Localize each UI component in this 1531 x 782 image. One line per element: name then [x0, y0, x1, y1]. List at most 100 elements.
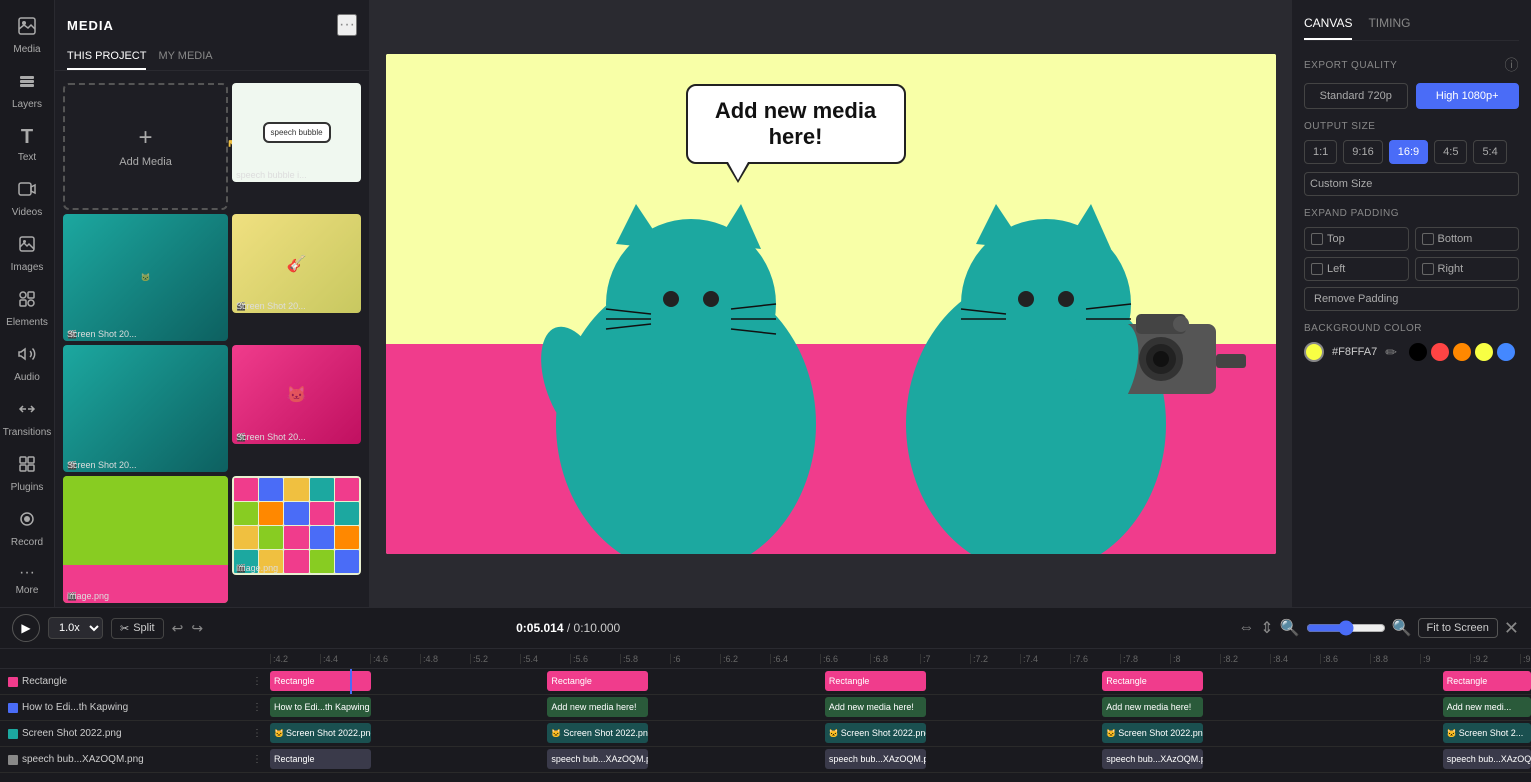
size-9-16[interactable]: 9:16 — [1343, 140, 1382, 164]
tab-timing[interactable]: TIMING — [1368, 12, 1410, 40]
tab-this-project[interactable]: THIS PROJECT — [67, 44, 146, 70]
clip[interactable]: Add new media here! — [1102, 697, 1203, 717]
padding-top-button[interactable]: Top — [1304, 227, 1409, 251]
media-item-6[interactable]: 🎬 image.png — [63, 476, 228, 603]
size-1-1[interactable]: 1:1 — [1304, 140, 1337, 164]
zoom-out-button[interactable]: 🔍 — [1280, 618, 1300, 638]
sidebar-item-plugins[interactable]: Plugins — [0, 446, 54, 501]
clip[interactable]: Rectangle — [547, 671, 648, 691]
clip[interactable]: Rectangle — [1102, 671, 1203, 691]
clip[interactable]: speech bub...XAzOQM.png — [825, 749, 926, 769]
time-separator: / — [567, 621, 574, 635]
size-4-5[interactable]: 4:5 — [1434, 140, 1467, 164]
zoom-in-button[interactable]: 🔍 — [1392, 618, 1412, 638]
sidebar-item-transitions[interactable]: Transitions — [0, 391, 54, 446]
media-item-2[interactable]: 🐱 🎬 Screen Shot 20... — [63, 214, 228, 341]
split-button[interactable]: ✂ Split — [111, 618, 164, 639]
clip[interactable]: Rectangle — [1443, 671, 1531, 691]
media-item-4[interactable]: 🎬 Screen Shot 20... — [63, 345, 228, 472]
clip[interactable]: speech bub...XAzOQM.png — [1443, 749, 1531, 769]
output-size-options: 1:1 9:16 16:9 4:5 5:4 — [1304, 140, 1519, 164]
speed-select[interactable]: 1.0x 0.5x 1.5x 2.0x — [48, 617, 103, 639]
sidebar-record-label: Record — [11, 537, 43, 548]
track-lock-icon[interactable]: ⋮ — [252, 702, 262, 713]
sidebar-item-layers[interactable]: Layers — [0, 63, 54, 118]
close-timeline-button[interactable]: ✕ — [1504, 618, 1519, 639]
transitions-icon — [17, 399, 37, 424]
track-color-icon — [8, 677, 18, 687]
canvas-area: Add new media here! — [370, 0, 1291, 607]
sidebar-item-more[interactable]: ··· More — [0, 556, 54, 604]
total-time: 0:10.000 — [574, 621, 621, 635]
track-content-rectangle-1[interactable]: Rectangle Rectangle Rectangle Rectangle … — [270, 669, 1531, 694]
track-content-speech[interactable]: Rectangle speech bub...XAzOQM.png speech… — [270, 747, 1531, 772]
sidebar-elements-label: Elements — [6, 317, 48, 328]
clip[interactable]: 🐱Screen Shot 2... — [1443, 723, 1531, 743]
sidebar-item-record[interactable]: Record — [0, 501, 54, 556]
color-dot-red[interactable] — [1431, 343, 1449, 361]
clip[interactable]: 🐱Screen Shot 2022.png — [1102, 723, 1203, 743]
clip[interactable]: Add new media here! — [547, 697, 648, 717]
play-button[interactable]: ▶ — [12, 614, 40, 642]
clip[interactable]: speech bub...XAzOQM.png — [547, 749, 648, 769]
expand-padding-label: EXPAND PADDING — [1304, 208, 1519, 219]
media-panel-title: MEDIA — [67, 18, 114, 33]
high-1080p-button[interactable]: High 1080p+ — [1416, 83, 1520, 109]
record-icon — [17, 509, 37, 534]
media-item-3[interactable]: 🎸 🎬 Screen Shot 20... — [232, 214, 361, 313]
size-16-9[interactable]: 16:9 — [1389, 140, 1428, 164]
track-lock-icon[interactable]: ⋮ — [252, 728, 262, 739]
clip[interactable]: Rectangle — [270, 671, 371, 691]
eyedropper-button[interactable]: ✏ — [1383, 344, 1399, 361]
sidebar-item-videos[interactable]: Videos — [0, 171, 54, 226]
sidebar-item-elements[interactable]: Elements — [0, 281, 54, 336]
clip[interactable]: 🐱Screen Shot 2022.png — [825, 723, 926, 743]
media-more-button[interactable]: ··· — [337, 14, 357, 36]
expand-tracks-icon[interactable]: ⇕ — [1260, 618, 1273, 638]
zoom-slider[interactable] — [1306, 620, 1386, 636]
color-dot-yellow[interactable] — [1475, 343, 1493, 361]
clip[interactable]: 🐱Screen Shot 2022.png — [547, 723, 648, 743]
track-lock-icon[interactable]: ⋮ — [252, 676, 262, 687]
add-media-button[interactable]: + Add Media ↖ — [63, 83, 228, 210]
padding-bottom-button[interactable]: Bottom — [1415, 227, 1520, 251]
clip[interactable]: speech bub...XAzOQM.png — [1102, 749, 1203, 769]
clip[interactable]: Add new medi... — [1443, 697, 1531, 717]
sidebar-item-text[interactable]: T Text — [0, 118, 54, 171]
sidebar-item-media[interactable]: Media — [0, 8, 54, 63]
clip[interactable]: Add new media here! — [825, 697, 926, 717]
sidebar-item-audio[interactable]: Audio — [0, 336, 54, 391]
clip[interactable]: Rectangle — [825, 671, 926, 691]
fit-to-screen-button[interactable]: Fit to Screen — [1418, 618, 1498, 638]
clip[interactable]: How to Edi...th Kapwing — [270, 697, 371, 717]
track-content-image[interactable]: 🐱Screen Shot 2022.png 🐱Screen Shot 2022.… — [270, 721, 1531, 746]
media-item-5[interactable]: 🐱 🎬 Screen Shot 20... — [232, 345, 361, 444]
media-panel-header: MEDIA ··· — [55, 0, 369, 44]
custom-size-button[interactable]: Custom Size — [1304, 172, 1519, 196]
media-item-7[interactable]: 🎬 image.png — [232, 476, 361, 575]
tab-canvas[interactable]: CANVAS — [1304, 12, 1352, 40]
track-lock-icon[interactable]: ⋮ — [252, 754, 262, 765]
size-5-4[interactable]: 5:4 — [1473, 140, 1506, 164]
clip[interactable]: 🐱Screen Shot 2022.png — [270, 723, 371, 743]
color-dot-black[interactable] — [1409, 343, 1427, 361]
color-dot-orange[interactable] — [1453, 343, 1471, 361]
clip[interactable]: Rectangle — [270, 749, 371, 769]
standard-720p-button[interactable]: Standard 720p — [1304, 83, 1408, 109]
padding-right-button[interactable]: Right — [1415, 257, 1520, 281]
sidebar-item-images[interactable]: Images — [0, 226, 54, 281]
redo-button[interactable]: ↪ — [191, 620, 203, 637]
track-content-text[interactable]: How to Edi...th Kapwing Add new media he… — [270, 695, 1531, 720]
left-sidebar: Media Layers T Text Videos Images — [0, 0, 55, 607]
undo-button[interactable]: ↩ — [172, 620, 184, 637]
media-item-speech-bubble[interactable]: speech bubble speech bubble i... — [232, 83, 361, 182]
tab-my-media[interactable]: MY MEDIA — [158, 44, 212, 70]
color-dot-blue[interactable] — [1497, 343, 1515, 361]
layers-icon — [17, 71, 37, 96]
media-panel: MEDIA ··· THIS PROJECT MY MEDIA + Add Me… — [55, 0, 370, 607]
padding-left-button[interactable]: Left — [1304, 257, 1409, 281]
remove-padding-button[interactable]: Remove Padding — [1304, 287, 1519, 311]
bg-color-swatch[interactable] — [1304, 342, 1324, 362]
zoom-in-icon[interactable]: ⇔ — [1238, 619, 1254, 637]
add-media-plus-icon: + — [139, 124, 153, 152]
